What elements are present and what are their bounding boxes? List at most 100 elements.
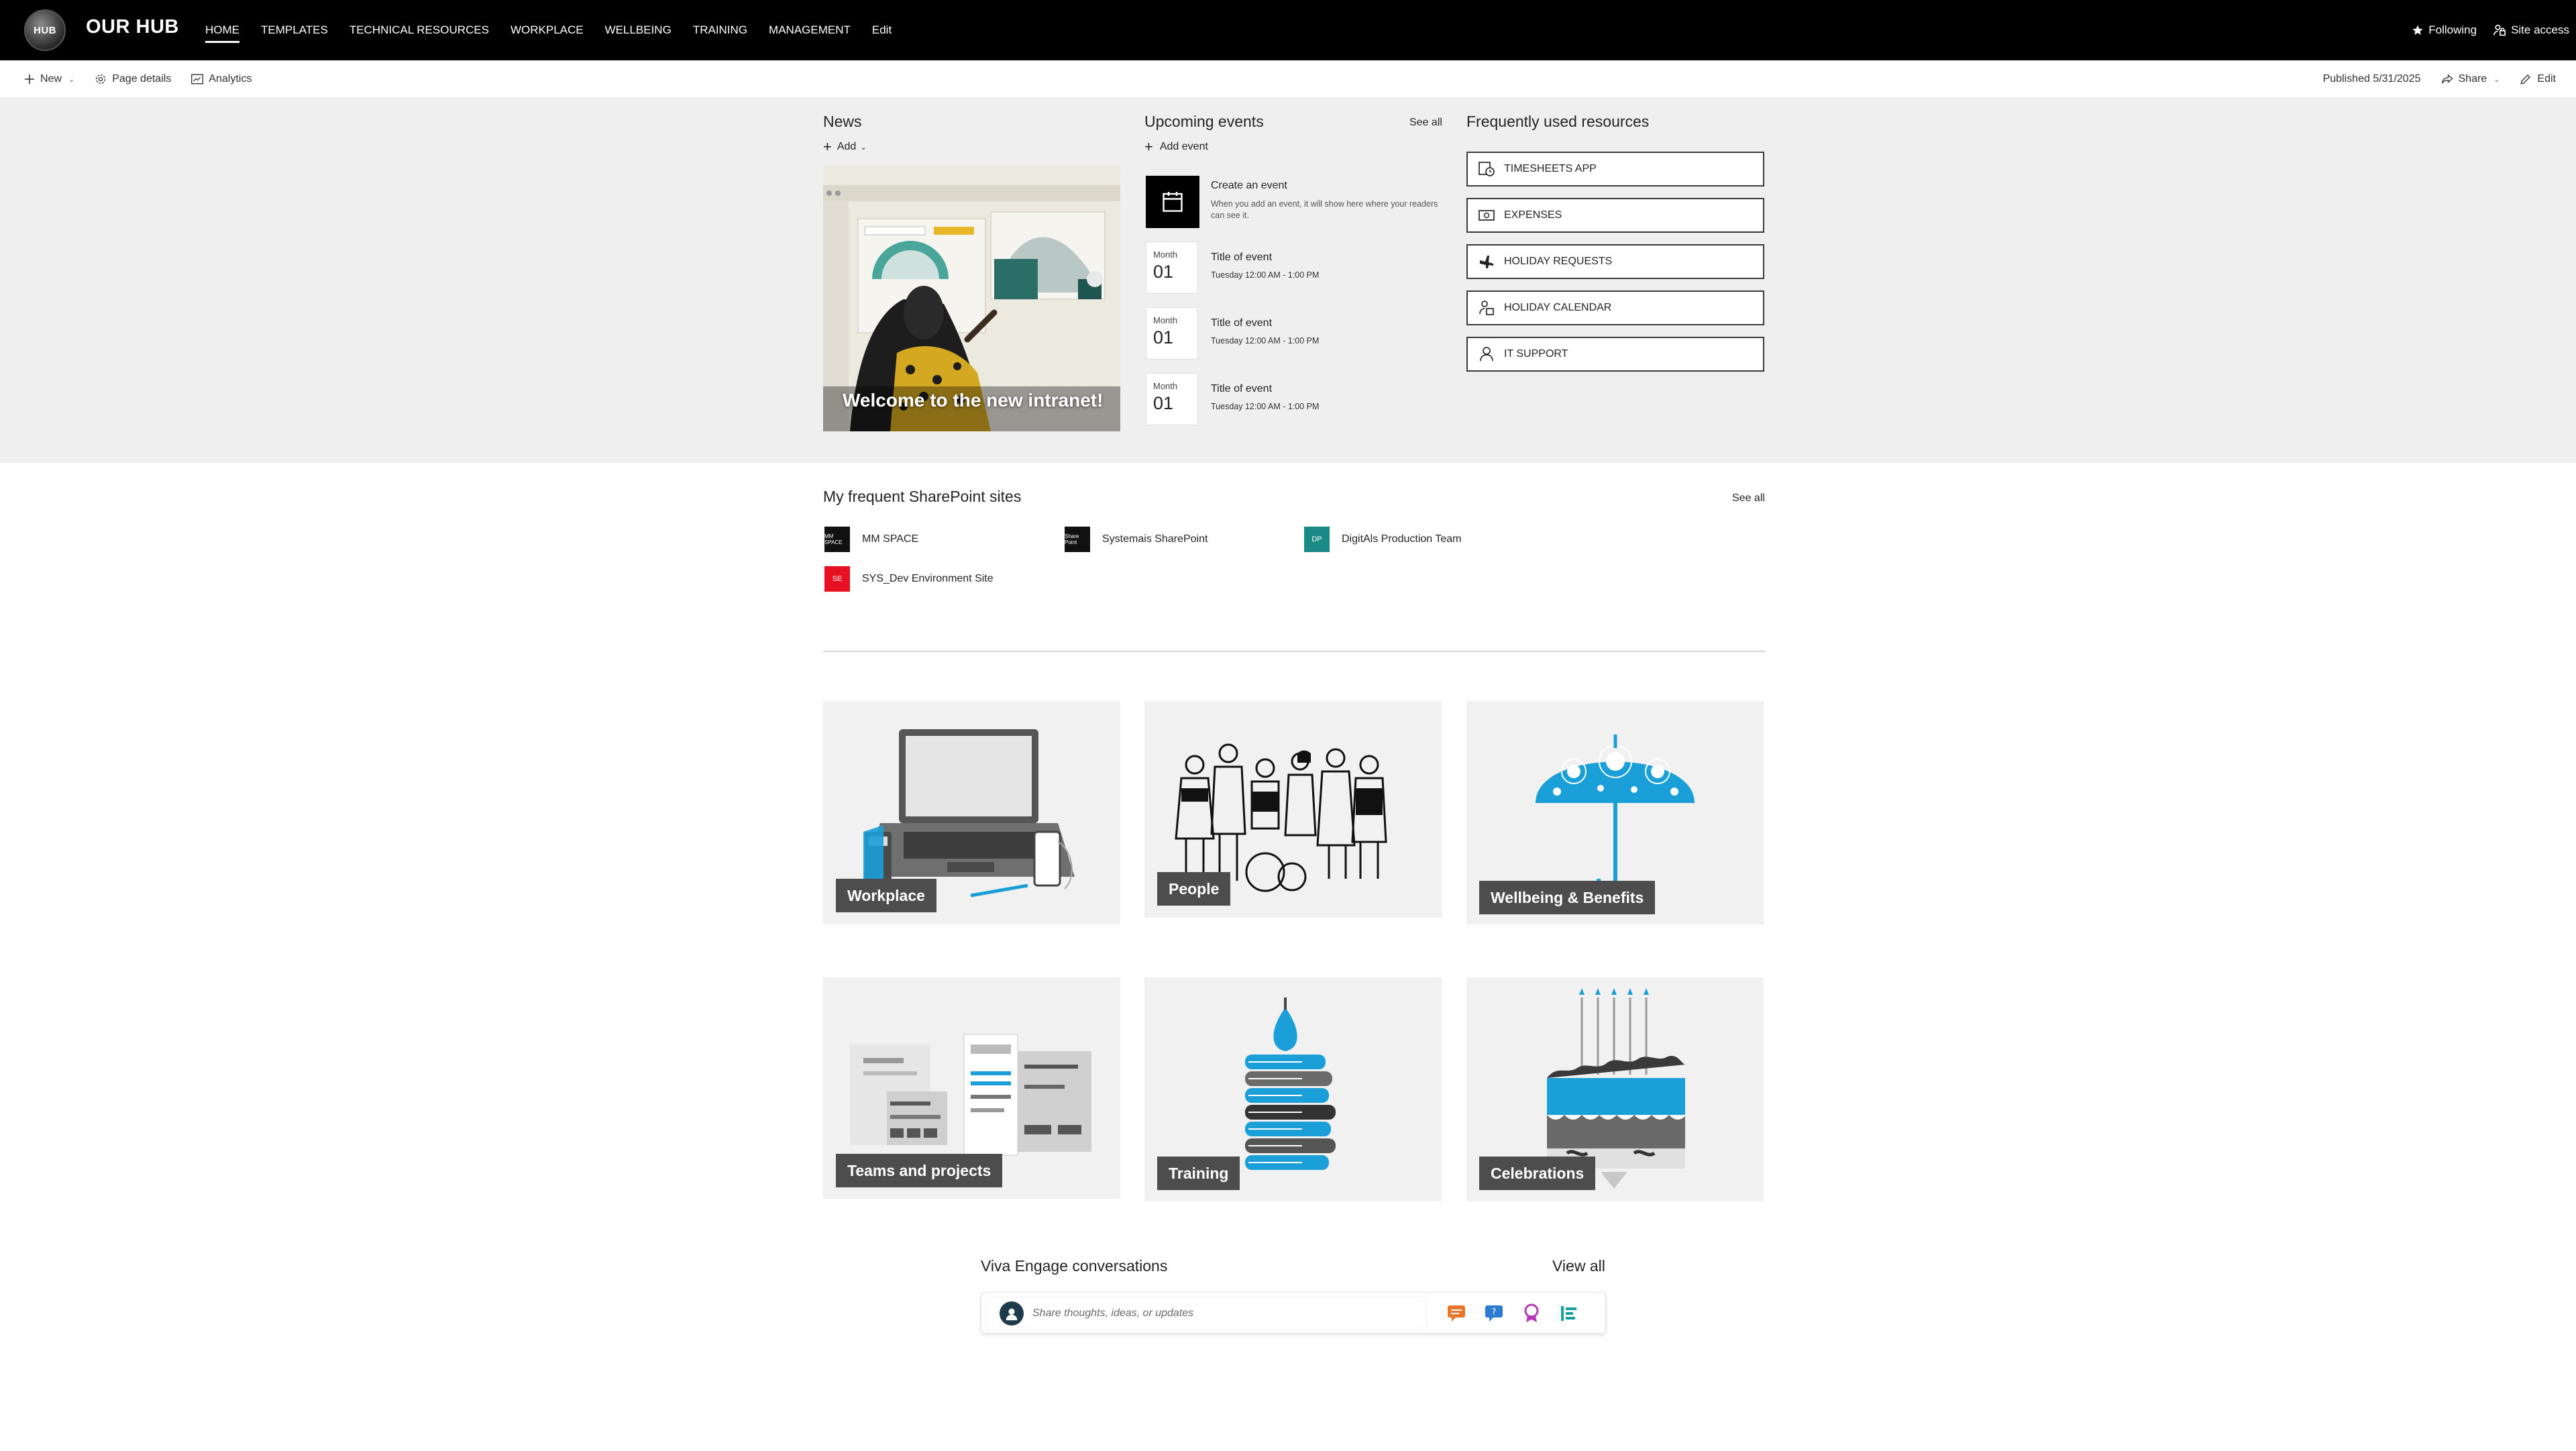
frequent-sites-heading: My frequent SharePoint sites bbox=[823, 488, 1022, 505]
event-time: Tuesday 12:00 AM - 1:00 PM bbox=[1211, 270, 1320, 280]
nav-item-templates[interactable]: TEMPLATES bbox=[261, 0, 328, 60]
share-button[interactable]: Share ⌄ bbox=[2441, 73, 2500, 85]
event-day: 01 bbox=[1153, 327, 1174, 347]
page-details-button[interactable]: Page details bbox=[95, 73, 171, 85]
quick-link-label: HOLIDAY CALENDAR bbox=[1504, 302, 1612, 313]
gear-icon bbox=[96, 74, 106, 85]
event-title[interactable]: Title of event bbox=[1211, 317, 1272, 329]
quick-link-label: IT SUPPORT bbox=[1504, 348, 1568, 360]
events-see-all-link[interactable]: See all bbox=[1409, 117, 1442, 129]
event-date-badge[interactable]: Month 01 bbox=[1146, 373, 1198, 425]
event-title[interactable]: Title of event bbox=[1211, 252, 1272, 264]
chevron-down-icon: ⌄ bbox=[860, 143, 867, 152]
event-time: Tuesday 12:00 AM - 1:00 PM bbox=[1211, 402, 1320, 411]
pencil-icon bbox=[2520, 74, 2531, 85]
top-right-actions: Following Site access bbox=[2396, 0, 2569, 60]
money-icon bbox=[1479, 209, 1497, 222]
following-label: Following bbox=[2428, 23, 2477, 36]
chevron-down-icon: ⌄ bbox=[68, 75, 75, 84]
people-lock-icon bbox=[2493, 24, 2506, 36]
news-heading: News bbox=[823, 113, 862, 130]
quick-link-label: TIMESHEETS APP bbox=[1504, 163, 1597, 174]
nav-item-workplace[interactable]: WORKPLACE bbox=[511, 0, 584, 60]
quick-link-timesheets[interactable]: TIMESHEETS APP bbox=[1466, 152, 1764, 186]
site-name: Systemais SharePoint bbox=[1102, 533, 1208, 545]
discussion-icon[interactable] bbox=[1444, 1301, 1468, 1326]
quick-link-holiday-requests[interactable]: HOLIDAY REQUESTS bbox=[1466, 244, 1764, 279]
edit-button[interactable]: Edit bbox=[2520, 73, 2556, 85]
add-event-button[interactable]: + Add event bbox=[1144, 140, 1208, 154]
news-add-label: Add bbox=[837, 141, 857, 152]
site-link-systemais[interactable]: Share Point Systemais SharePoint bbox=[1065, 527, 1208, 552]
tile-people[interactable]: People bbox=[1144, 701, 1442, 918]
quick-link-holiday-calendar[interactable]: HOLIDAY CALENDAR bbox=[1466, 290, 1764, 325]
plus-icon: + bbox=[1144, 138, 1153, 155]
create-event-title[interactable]: Create an event bbox=[1211, 180, 1287, 192]
quick-link-it-support[interactable]: IT SUPPORT bbox=[1466, 337, 1764, 372]
nav-item-management[interactable]: MANAGEMENT bbox=[769, 0, 851, 60]
add-event-label: Add event bbox=[1159, 141, 1208, 152]
tile-celebrations[interactable]: Celebrations bbox=[1466, 977, 1764, 1201]
events-heading: Upcoming events bbox=[1144, 113, 1264, 130]
tile-label: Wellbeing & Benefits bbox=[1479, 881, 1656, 914]
person-support-icon bbox=[1479, 346, 1497, 362]
tile-label: Workplace bbox=[836, 879, 936, 912]
quick-link-expenses[interactable]: EXPENSES bbox=[1466, 198, 1764, 233]
event-date-badge[interactable]: Month 01 bbox=[1146, 307, 1198, 360]
hub-navigation: HOME TEMPLATES TECHNICAL RESOURCES WORKP… bbox=[205, 0, 913, 60]
site-logo-text: HUB bbox=[34, 24, 56, 36]
viva-post-placeholder: Share thoughts, ideas, or updates bbox=[1032, 1307, 1194, 1319]
news-headline[interactable]: Welcome to the new intranet! bbox=[843, 390, 1103, 411]
sites-see-all-link[interactable]: See all bbox=[1732, 492, 1765, 504]
analytics-button[interactable]: Analytics bbox=[191, 73, 252, 85]
site-logo[interactable]: HUB bbox=[24, 9, 66, 51]
praise-icon[interactable] bbox=[1519, 1301, 1544, 1326]
site-title[interactable]: OUR HUB bbox=[86, 16, 179, 38]
nav-edit-link[interactable]: Edit bbox=[872, 0, 892, 60]
site-name: MM SPACE bbox=[862, 533, 919, 545]
viva-post-types: ? bbox=[1444, 1293, 1595, 1334]
site-logo: DP bbox=[1304, 527, 1330, 552]
command-bar: New ⌄ Page details Analytics Published 5… bbox=[0, 60, 2576, 98]
create-event-tile[interactable] bbox=[1146, 176, 1199, 228]
news-add-button[interactable]: + Add ⌄ bbox=[823, 140, 867, 154]
quick-link-label: EXPENSES bbox=[1504, 209, 1562, 221]
news-hero-card[interactable]: Welcome to the new intranet! bbox=[823, 165, 1120, 431]
new-label: New bbox=[40, 73, 62, 85]
question-icon[interactable]: ? bbox=[1482, 1301, 1506, 1326]
published-status: Published 5/31/2025 bbox=[2322, 73, 2421, 85]
nav-item-wellbeing[interactable]: WELLBEING bbox=[605, 0, 672, 60]
site-link-sys-dev[interactable]: SE SYS_Dev Environment Site bbox=[824, 566, 994, 592]
calendar-person-icon bbox=[1479, 300, 1497, 316]
event-title[interactable]: Title of event bbox=[1211, 383, 1272, 395]
site-name: DigitAls Production Team bbox=[1342, 533, 1462, 545]
tile-wellbeing-benefits[interactable]: Wellbeing & Benefits bbox=[1466, 701, 1764, 924]
site-access-button[interactable]: Site access bbox=[2493, 23, 2569, 37]
share-label: Share bbox=[2458, 73, 2487, 85]
viva-view-all-link[interactable]: View all bbox=[1552, 1257, 1605, 1275]
page-details-label: Page details bbox=[112, 73, 172, 85]
nav-item-home[interactable]: HOME bbox=[205, 0, 239, 60]
viva-engage-publisher: Share thoughts, ideas, or updates ? bbox=[981, 1292, 1606, 1334]
create-event-description: When you add an event, it will show here… bbox=[1211, 199, 1438, 220]
tile-workplace[interactable]: Workplace bbox=[823, 701, 1120, 924]
nav-item-training[interactable]: TRAINING bbox=[693, 0, 747, 60]
airplane-icon bbox=[1479, 254, 1497, 270]
site-link-digitals[interactable]: DP DigitAls Production Team bbox=[1304, 527, 1461, 552]
site-link-mm-space[interactable]: MM SPACE MM SPACE bbox=[824, 527, 918, 552]
star-icon bbox=[2412, 25, 2423, 35]
new-button[interactable]: New ⌄ bbox=[24, 73, 74, 85]
event-date-badge[interactable]: Month 01 bbox=[1146, 241, 1198, 294]
poll-icon[interactable] bbox=[1557, 1301, 1581, 1326]
tile-training[interactable]: Training bbox=[1144, 977, 1442, 1201]
edit-label: Edit bbox=[2537, 73, 2556, 85]
tile-teams-projects[interactable]: Teams and projects bbox=[823, 977, 1120, 1199]
site-name: SYS_Dev Environment Site bbox=[862, 573, 994, 584]
viva-post-input[interactable]: Share thoughts, ideas, or updates bbox=[985, 1297, 1427, 1330]
avatar bbox=[1000, 1301, 1024, 1326]
following-button[interactable]: Following bbox=[2412, 23, 2477, 37]
nav-item-technical-resources[interactable]: TECHNICAL RESOURCES bbox=[350, 0, 489, 60]
site-access-label: Site access bbox=[2511, 23, 2569, 36]
analytics-label: Analytics bbox=[209, 73, 252, 85]
timesheet-icon bbox=[1479, 162, 1497, 176]
